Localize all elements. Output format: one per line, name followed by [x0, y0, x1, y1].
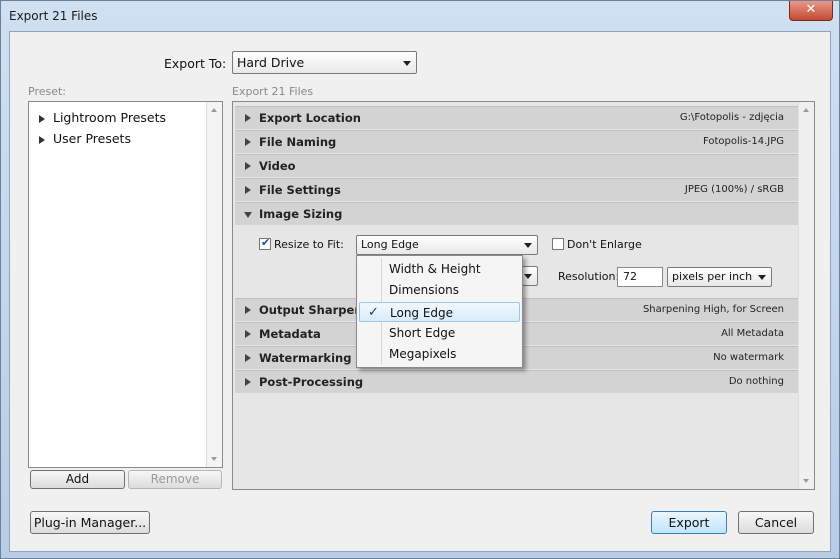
resize-to-fit-checkbox[interactable]: ✔ [259, 236, 271, 250]
settings-scrollbar[interactable] [798, 102, 814, 489]
export-to-label: Export To: [164, 56, 227, 71]
expand-arrow-icon [39, 135, 45, 144]
preset-item-user[interactable]: User Presets [39, 131, 131, 146]
checkmark-icon: ✓ [368, 305, 379, 320]
title-bar[interactable]: Export 21 Files ✕ [1, 1, 839, 31]
close-button[interactable]: ✕ [789, 1, 833, 21]
settings-panel: Export Location G:\Fotopolis - zdjęcia F… [232, 101, 815, 490]
resolution-unit-select[interactable]: pixels per inch [667, 267, 772, 287]
scroll-up-icon [211, 108, 217, 112]
export-button[interactable]: Export [651, 511, 727, 534]
files-header: Export 21 Files [232, 85, 314, 98]
section-file-naming[interactable]: File Naming Fotopolis-14.JPG [235, 130, 798, 153]
expand-arrow-icon [245, 138, 251, 146]
add-preset-button[interactable]: Add [30, 470, 125, 489]
chevron-down-icon [403, 60, 411, 66]
scroll-down-icon [803, 479, 809, 483]
section-export-location[interactable]: Export Location G:\Fotopolis - zdjęcia [235, 106, 798, 129]
window-title: Export 21 Files [9, 9, 98, 23]
dropdown-option-dimensions[interactable]: Dimensions [359, 280, 520, 300]
section-video[interactable]: Video [235, 154, 798, 177]
expand-arrow-icon [245, 354, 251, 362]
remove-preset-button[interactable]: Remove [128, 470, 222, 489]
plugin-manager-button[interactable]: Plug-in Manager... [30, 511, 150, 534]
export-to-value: Hard Drive [237, 55, 305, 70]
section-image-sizing[interactable]: Image Sizing [235, 202, 798, 225]
resolution-label: Resolution: [558, 270, 620, 283]
dont-enlarge-checkbox[interactable] [552, 238, 564, 250]
scroll-down-icon [211, 457, 217, 461]
section-post-processing[interactable]: Post-Processing Do nothing [235, 370, 798, 393]
scroll-up-icon [803, 108, 809, 112]
chevron-down-icon [524, 274, 532, 279]
chevron-down-icon [758, 275, 766, 280]
resize-to-fit-dropdown-menu: Width & Height Dimensions ✓ Long Edge Sh… [356, 255, 523, 368]
checkmark-icon: ✔ [261, 236, 271, 249]
chevron-down-icon [524, 243, 532, 248]
expand-arrow-icon [245, 114, 251, 122]
preset-scrollbar[interactable] [206, 102, 222, 467]
preset-item-lightroom[interactable]: Lightroom Presets [39, 110, 166, 125]
expand-arrow-icon [245, 162, 251, 170]
export-to-select[interactable]: Hard Drive [232, 51, 417, 74]
dropdown-option-width-height[interactable]: Width & Height [359, 259, 520, 279]
close-icon: ✕ [805, 2, 817, 17]
expand-arrow-icon [245, 306, 251, 314]
dropdown-option-megapixels[interactable]: Megapixels [359, 344, 520, 364]
expand-arrow-icon [245, 186, 251, 194]
expand-arrow-icon [245, 378, 251, 386]
dropdown-option-long-edge[interactable]: ✓ Long Edge [359, 302, 520, 322]
resolution-input[interactable]: 72 [617, 267, 663, 287]
resize-to-fit-label: Resize to Fit: [274, 238, 344, 251]
dont-enlarge-label: Don't Enlarge [567, 238, 642, 251]
preset-tree: Lightroom Presets User Presets [28, 101, 223, 468]
export-dialog-window: Export 21 Files ✕ Export To: Hard Drive … [0, 0, 840, 559]
preset-label: Preset: [28, 85, 67, 98]
resize-to-fit-select[interactable]: Long Edge [356, 235, 538, 255]
dropdown-option-short-edge[interactable]: Short Edge [359, 323, 520, 343]
section-file-settings[interactable]: File Settings JPEG (100%) / sRGB [235, 178, 798, 201]
expand-arrow-icon [39, 114, 45, 123]
collapse-arrow-icon [244, 212, 252, 218]
cancel-button[interactable]: Cancel [738, 511, 814, 534]
dialog-client-area: Export To: Hard Drive Preset: Lightroom … [9, 31, 831, 552]
expand-arrow-icon [245, 330, 251, 338]
